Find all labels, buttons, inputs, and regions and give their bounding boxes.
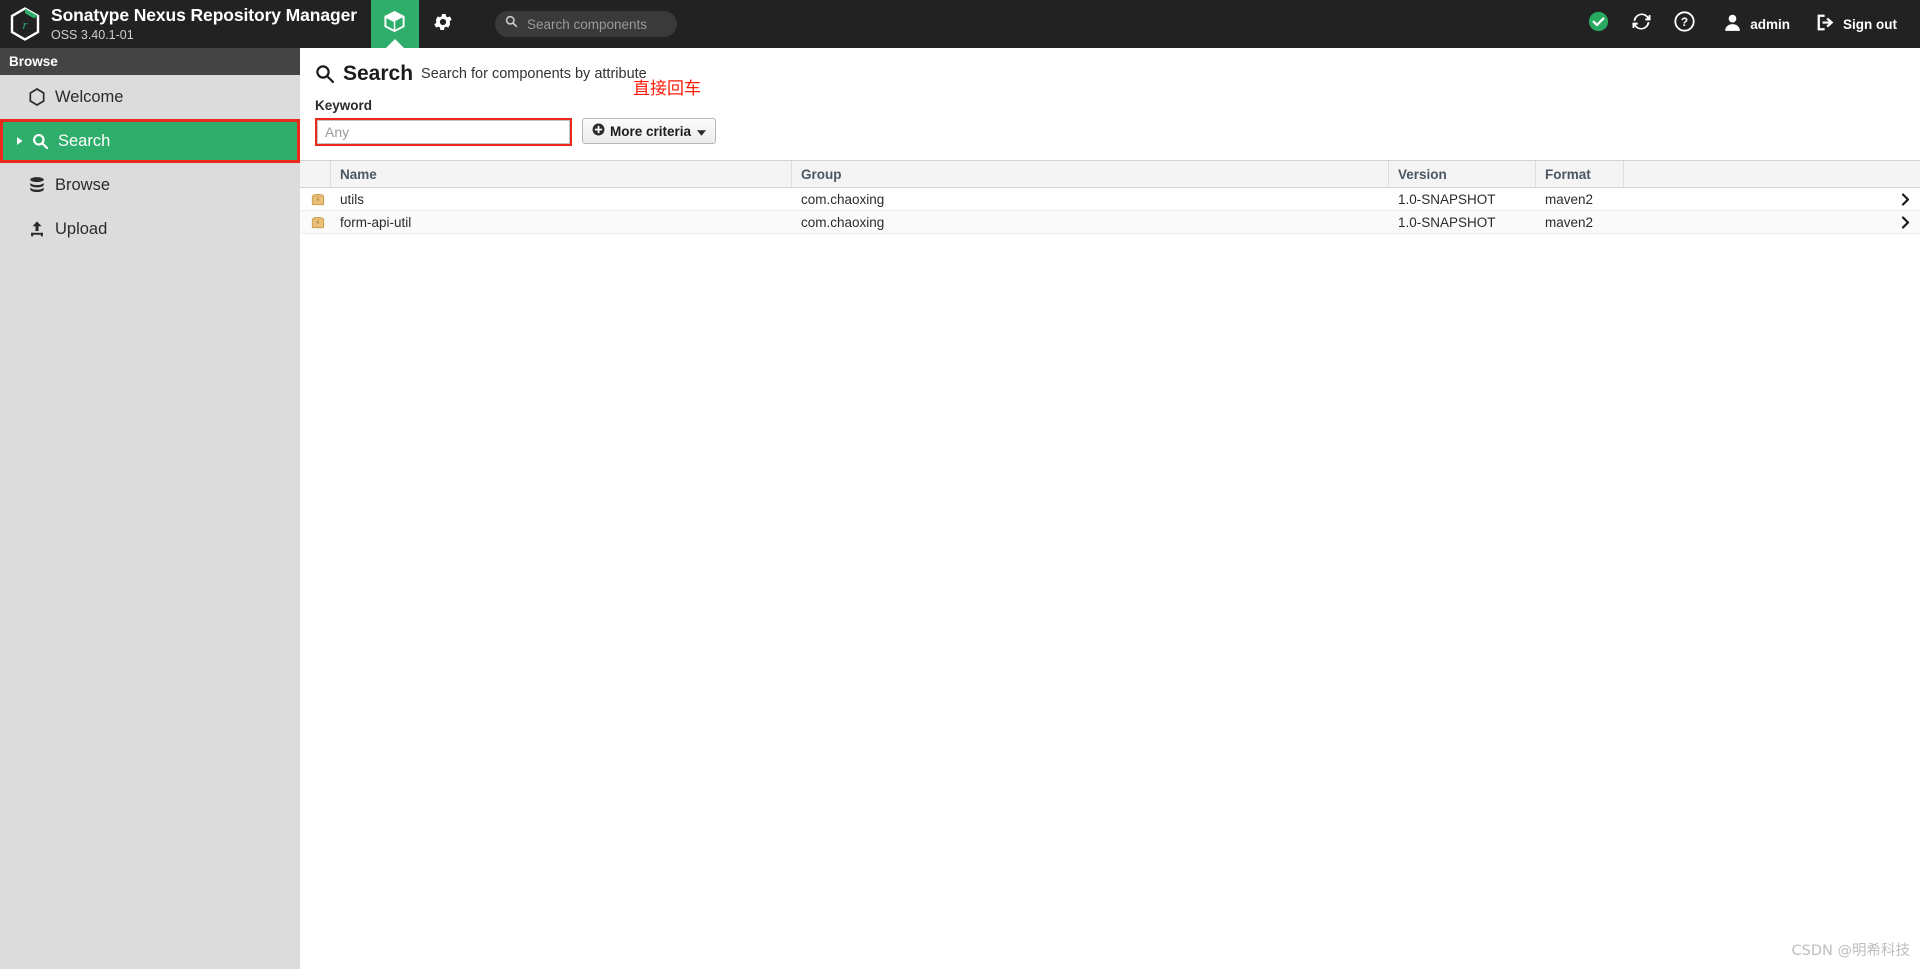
table-row[interactable]: utils com.chaoxing 1.0-SNAPSHOT maven2 <box>300 188 1920 211</box>
chevron-right-icon[interactable] <box>1624 188 1919 211</box>
search-icon <box>505 15 518 33</box>
cell-version: 1.0-SNAPSHOT <box>1398 191 1496 207</box>
table-row[interactable]: form-api-util com.chaoxing 1.0-SNAPSHOT … <box>300 211 1920 234</box>
hexagon-icon <box>24 88 50 106</box>
sidebar-section-header: Browse <box>0 48 300 75</box>
column-header-icon <box>300 161 331 187</box>
cube-box-icon <box>383 10 406 38</box>
upload-icon <box>24 220 50 238</box>
plus-circle-icon <box>592 123 605 139</box>
sidebar-item-welcome[interactable]: Welcome <box>0 75 300 119</box>
green-check-circle-icon <box>1588 11 1609 37</box>
page-title: Search <box>343 62 414 85</box>
cell-version: 1.0-SNAPSHOT <box>1398 214 1496 230</box>
caret-right-icon <box>13 136 27 146</box>
search-form: 直接回车 Keyword More criteria <box>300 79 1920 146</box>
svg-text:?: ? <box>1681 15 1688 29</box>
help-button[interactable]: ? <box>1663 0 1706 48</box>
sidebar-section-title: Browse <box>9 54 58 69</box>
nav-tab-browse[interactable] <box>370 0 419 48</box>
keyword-input-highlight <box>315 118 572 146</box>
sidebar-item-label: Upload <box>55 219 108 238</box>
sidebar-item-search[interactable]: Search <box>0 119 300 163</box>
sign-out-icon <box>1815 12 1836 36</box>
refresh-button[interactable] <box>1620 0 1663 48</box>
app-title: Sonatype Nexus Repository Manager <box>51 5 357 25</box>
column-header-name[interactable]: Name <box>331 161 792 187</box>
nav-tab-admin[interactable] <box>419 0 467 48</box>
results-table: Name Group Version Format utils com.chao… <box>300 160 1920 234</box>
cell-group: com.chaoxing <box>801 214 885 230</box>
refresh-icon <box>1631 11 1652 37</box>
brand-text: Sonatype Nexus Repository Manager OSS 3.… <box>51 5 357 42</box>
watermark: CSDN @明希科技 <box>1791 943 1910 959</box>
cell-name: utils <box>340 191 365 207</box>
sign-out-button[interactable]: Sign out <box>1799 0 1906 48</box>
sidebar-item-label: Welcome <box>55 87 124 106</box>
nexus-hexagon-logo-icon: r <box>10 7 40 41</box>
cell-group: com.chaoxing <box>801 191 885 207</box>
header-search-box[interactable] <box>494 11 677 37</box>
package-icon <box>300 211 331 234</box>
app-header: r Sonatype Nexus Repository Manager OSS … <box>0 0 1920 48</box>
database-icon <box>24 176 50 194</box>
question-mark-circle-icon: ? <box>1674 11 1695 37</box>
column-header-group[interactable]: Group <box>792 161 1389 187</box>
cell-name: form-api-util <box>340 214 412 230</box>
keyword-label: Keyword <box>315 98 373 113</box>
keyword-input[interactable] <box>317 120 570 144</box>
page-header: Search Search for components by attribut… <box>300 48 1920 86</box>
user-menu-button[interactable]: admin <box>1706 0 1799 48</box>
keyword-row: More criteria <box>315 118 1920 146</box>
user-avatar-icon <box>1722 12 1743 36</box>
svg-text:r: r <box>22 17 28 32</box>
system-status-button[interactable] <box>1577 0 1620 48</box>
column-header-actions <box>1624 161 1919 187</box>
sign-out-label: Sign out <box>1843 16 1897 32</box>
sidebar: Browse Welcome Search Browse Upload <box>0 48 300 969</box>
sidebar-item-upload[interactable]: Upload <box>0 207 300 251</box>
gear-icon <box>432 11 454 38</box>
table-header-row: Name Group Version Format <box>300 160 1920 188</box>
sidebar-item-label: Search <box>58 131 111 150</box>
package-icon <box>300 188 331 211</box>
cell-format: maven2 <box>1545 191 1594 207</box>
column-header-version[interactable]: Version <box>1389 161 1536 187</box>
page-subtitle: Search for components by attribute <box>421 66 647 82</box>
more-criteria-label: More criteria <box>610 123 692 139</box>
brand: r Sonatype Nexus Repository Manager OSS … <box>0 0 371 48</box>
more-criteria-button[interactable]: More criteria <box>582 118 717 144</box>
search-icon <box>315 64 335 84</box>
sidebar-item-label: Browse <box>55 175 111 194</box>
sidebar-item-browse[interactable]: Browse <box>0 163 300 207</box>
header-search-input[interactable] <box>524 15 667 33</box>
header-right-controls: ? admin Sign out <box>1577 0 1920 48</box>
chevron-down-icon <box>697 124 707 139</box>
column-header-format[interactable]: Format <box>1536 161 1624 187</box>
app-version: OSS 3.40.1-01 <box>51 27 134 42</box>
search-icon <box>27 133 53 150</box>
chevron-right-icon[interactable] <box>1624 211 1919 234</box>
annotation-press-enter: 直接回车 <box>633 79 701 99</box>
user-name-label: admin <box>1750 16 1790 32</box>
main-content: Search Search for components by attribut… <box>300 48 1920 969</box>
cell-format: maven2 <box>1545 214 1594 230</box>
